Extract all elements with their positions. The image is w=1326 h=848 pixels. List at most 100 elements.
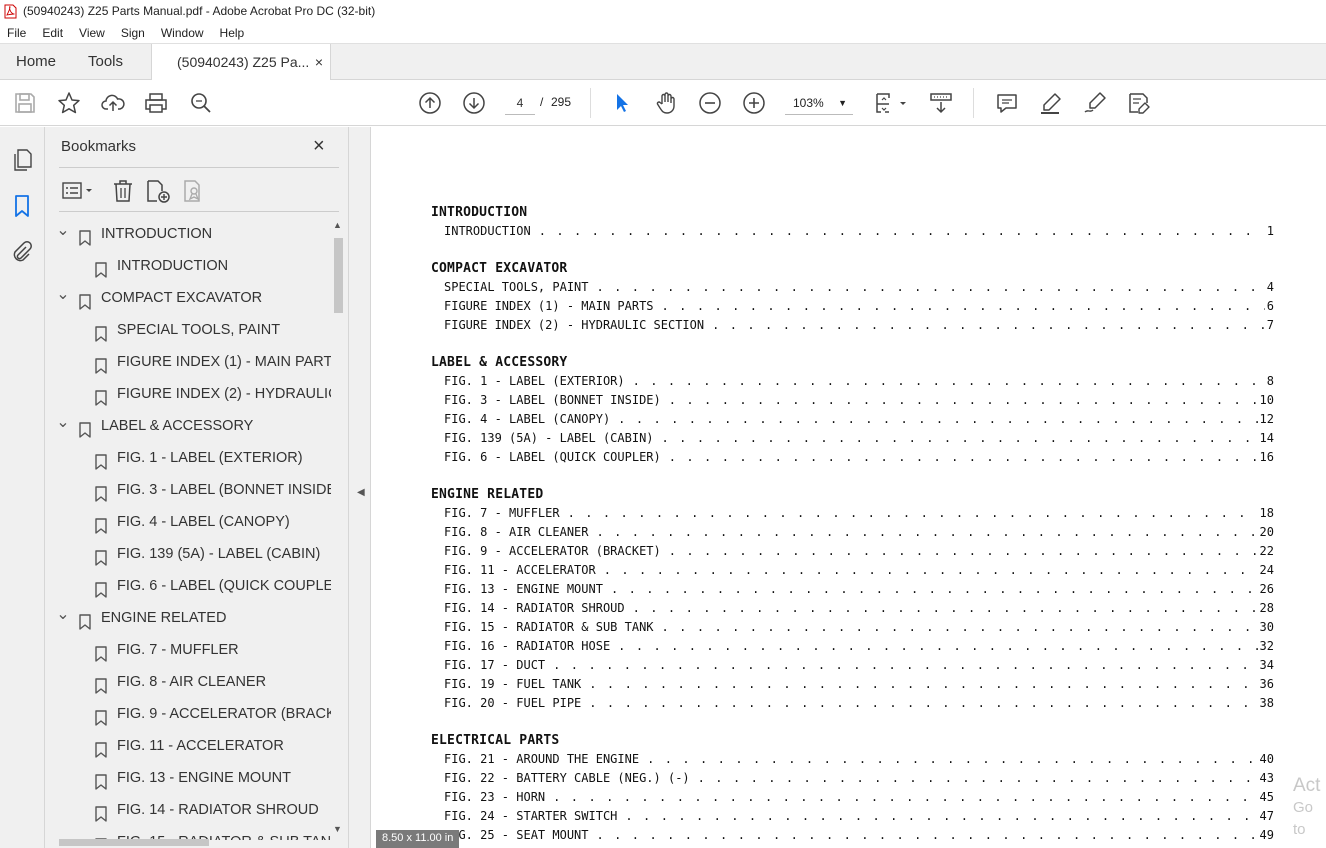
bookmark-group[interactable]: ⌄ ENGINE RELATED [45,602,331,634]
toc-entry-title: FIG. 15 - RADIATOR & SUB TANK [444,620,654,634]
highlight-pen-icon[interactable] [1039,91,1063,115]
close-tab-icon[interactable]: × [315,44,323,80]
bookmark-item[interactable]: FIG. 9 - ACCELERATOR (BRACKET) [45,698,331,730]
toc-entry[interactable]: FIG. 6 - LABEL (QUICK COUPLER) . . . . .… [444,450,1274,467]
chevron-down-icon[interactable]: ⌄ [56,602,70,628]
menu-view[interactable]: View [71,26,113,40]
toc-entry[interactable]: FIG. 14 - RADIATOR SHROUD . . . . . . . … [444,601,1274,618]
attachments-icon[interactable] [10,240,34,264]
bookmark-item[interactable]: FIG. 7 - MUFFLER [45,634,331,666]
star-icon[interactable] [57,91,81,115]
toc-entry[interactable]: FIGURE INDEX (2) - HYDRAULIC SECTION . .… [444,318,1274,335]
bookmark-item[interactable]: FIG. 3 - LABEL (BONNET INSIDE) [45,474,331,506]
toc-entry[interactable]: SPECIAL TOOLS, PAINT . . . . . . . . . .… [444,280,1274,297]
bookmark-item[interactable]: FIG. 14 - RADIATOR SHROUD [45,794,331,826]
chevron-down-icon[interactable]: ⌄ [56,410,70,436]
scroll-up-arrow-icon[interactable]: ▲ [333,220,342,230]
save-icon[interactable] [13,91,37,115]
toc-entry-title: FIG. 13 - ENGINE MOUNT [444,582,603,596]
upload-cloud-icon[interactable] [101,91,125,115]
comment-icon[interactable] [995,91,1019,115]
bookmark-item[interactable]: FIG. 15 - RADIATOR & SUB TANK [45,826,331,840]
toc-entry[interactable]: FIG. 11 - ACCELERATOR . . . . . . . . . … [444,563,1274,580]
toc-entry[interactable]: FIGURE INDEX (1) - MAIN PARTS . . . . . … [444,299,1274,316]
toc-entry[interactable]: INTRODUCTION . . . . . . . . . . . . . .… [444,224,1274,241]
print-icon[interactable] [144,91,168,115]
bookmark-item[interactable]: FIG. 6 - LABEL (QUICK COUPLER) [45,570,331,602]
chevron-down-icon[interactable]: ⌄ [56,218,70,244]
bookmark-item[interactable]: FIG. 139 (5A) - LABEL (CABIN) [45,538,331,570]
toc-entry[interactable]: FIG. 25 - SEAT MOUNT . . . . . . . . . .… [444,828,1274,845]
menu-window[interactable]: Window [153,26,212,40]
next-page-icon[interactable] [462,91,486,115]
toc-entry[interactable]: FIG. 3 - LABEL (BONNET INSIDE) . . . . .… [444,393,1274,410]
dot-leader: . . . . . . . . . . . . . . . . . . . . … [618,639,1257,653]
zoom-in-icon[interactable] [742,91,766,115]
horizontal-scroll-thumb[interactable] [59,839,209,846]
menu-file[interactable]: File [0,26,34,40]
menu-help[interactable]: Help [212,26,253,40]
tab-tools[interactable]: Tools [88,44,123,80]
hand-tool-icon[interactable] [654,91,678,115]
toc-entry[interactable]: FIG. 17 - DUCT . . . . . . . . . . . . .… [444,658,1274,675]
bookmark-item[interactable]: FIGURE INDEX (1) - MAIN PARTS [45,346,331,378]
toc-entry[interactable]: FIG. 22 - BATTERY CABLE (NEG.) (-) . . .… [444,771,1274,788]
toc-entry[interactable]: FIG. 23 - HORN . . . . . . . . . . . . .… [444,790,1274,807]
collapse-panel-icon[interactable]: ◀ [357,487,365,498]
menu-edit[interactable]: Edit [34,26,71,40]
close-panel-icon[interactable]: × [313,135,325,158]
bookmark-item[interactable]: FIG. 8 - AIR CLEANER [45,666,331,698]
bookmark-item[interactable]: FIG. 11 - ACCELERATOR [45,730,331,762]
toc-entry[interactable]: FIG. 8 - AIR CLEANER . . . . . . . . . .… [444,525,1274,542]
delete-trash-icon[interactable] [111,179,135,203]
chevron-down-icon[interactable]: ⌄ [56,282,70,308]
bookmark-options-icon[interactable] [61,179,97,203]
toc-entry[interactable]: FIG. 19 - FUEL TANK . . . . . . . . . . … [444,677,1274,694]
bookmarks-scrollbar[interactable]: ▲ ▼ [331,218,345,840]
bookmark-item[interactable]: FIG. 1 - LABEL (EXTERIOR) [45,442,331,474]
toc-entry[interactable]: FIG. 1 - LABEL (EXTERIOR) . . . . . . . … [444,374,1274,391]
toc-entry[interactable]: FIG. 16 - RADIATOR HOSE . . . . . . . . … [444,639,1274,656]
fill-sign-icon[interactable] [1127,91,1151,115]
panel-splitter[interactable]: ◀ [349,127,371,848]
toc-entry[interactable]: FIG. 15 - RADIATOR & SUB TANK . . . . . … [444,620,1274,637]
scroll-thumb[interactable] [334,238,343,313]
page-thumbnails-icon[interactable] [10,148,34,172]
bookmark-icon [95,386,107,406]
bookmark-item[interactable]: FIG. 13 - ENGINE MOUNT [45,762,331,794]
tab-document[interactable]: (50940243) Z25 Pa... × [151,44,331,81]
bookmark-group[interactable]: ⌄ COMPACT EXCAVATOR [45,282,331,314]
watermark-line: Act [1293,775,1321,796]
toc-entry[interactable]: FIG. 20 - FUEL PIPE . . . . . . . . . . … [444,696,1274,713]
toc-entry[interactable]: FIG. 139 (5A) - LABEL (CABIN) . . . . . … [444,431,1274,448]
page-number-input[interactable] [505,91,535,115]
toc-entry[interactable]: FIG. 9 - ACCELERATOR (BRACKET) . . . . .… [444,544,1274,561]
scroll-down-arrow-icon[interactable]: ▼ [333,824,342,834]
bookmark-item[interactable]: INTRODUCTION [45,250,331,282]
zoom-out-icon[interactable] [698,91,722,115]
bookmarks-panel-icon[interactable] [10,194,34,218]
menu-sign[interactable]: Sign [113,26,153,40]
bookmark-group[interactable]: ⌄ INTRODUCTION [45,218,331,250]
document-view[interactable]: INTRODUCTION INTRODUCTION . . . . . . . .… [371,127,1326,848]
page-fit-icon[interactable] [874,91,910,115]
toc-entry[interactable]: FIG. 24 - STARTER SWITCH . . . . . . . .… [444,809,1274,826]
new-bookmark-icon[interactable] [145,179,171,203]
zoom-level-select[interactable]: 103% ▼ [785,91,853,115]
toc-entry[interactable]: FIG. 21 - AROUND THE ENGINE . . . . . . … [444,752,1274,769]
toc-entry[interactable]: FIG. 7 - MUFFLER . . . . . . . . . . . .… [444,506,1274,523]
bookmark-group[interactable]: ⌄ LABEL & ACCESSORY [45,410,331,442]
tagged-bookmark-icon[interactable] [181,179,205,203]
zoom-search-icon[interactable] [189,91,213,115]
toc-entry[interactable]: FIG. 13 - ENGINE MOUNT . . . . . . . . .… [444,582,1274,599]
bookmark-item[interactable]: FIGURE INDEX (2) - HYDRAULIC SECTION [45,378,331,410]
tab-home[interactable]: Home [16,44,56,80]
bookmark-item[interactable]: SPECIAL TOOLS, PAINT [45,314,331,346]
draw-sign-icon[interactable] [1083,91,1107,115]
scroll-mode-icon[interactable] [929,91,953,115]
toc-entry-title: FIG. 25 - SEAT MOUNT [444,828,589,842]
toc-entry[interactable]: FIG. 4 - LABEL (CANOPY) . . . . . . . . … [444,412,1274,429]
bookmark-item[interactable]: FIG. 4 - LABEL (CANOPY) [45,506,331,538]
select-cursor-icon[interactable] [610,91,634,115]
previous-page-icon[interactable] [418,91,442,115]
